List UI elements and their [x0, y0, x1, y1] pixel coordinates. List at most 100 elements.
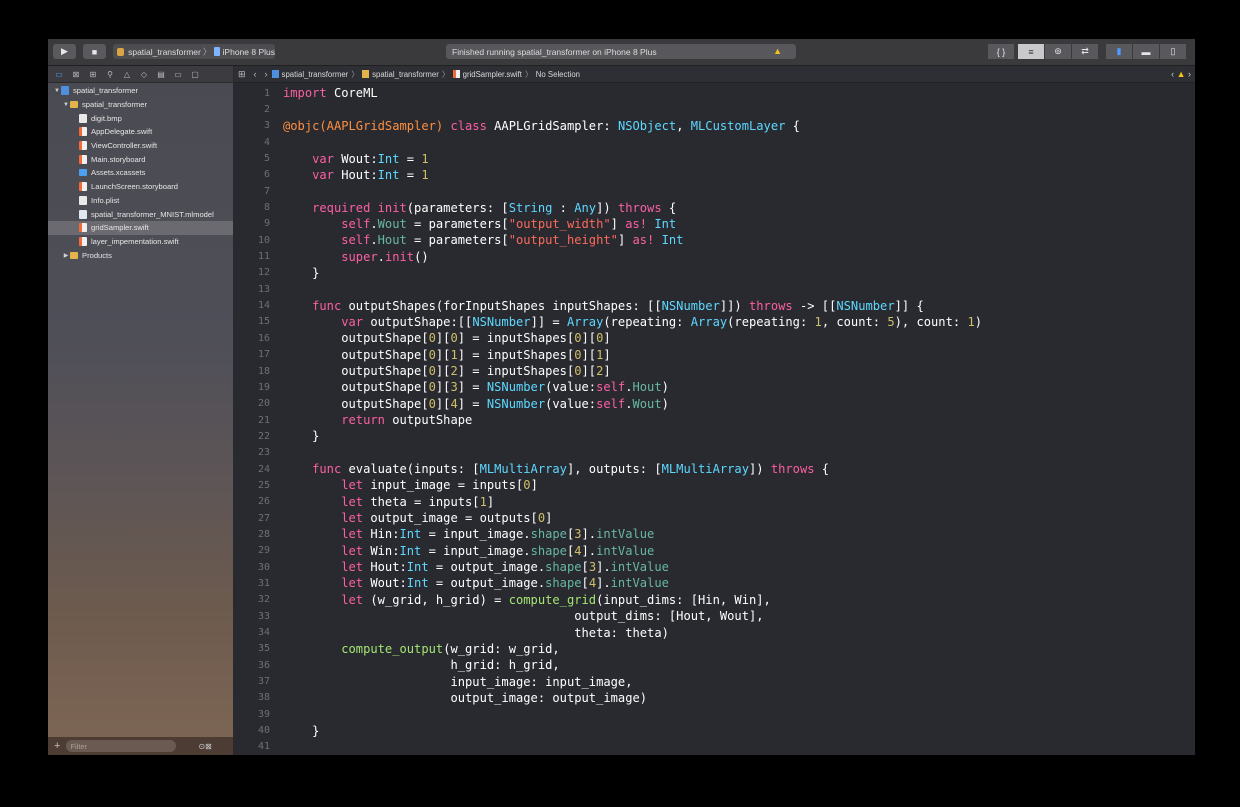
code-line[interactable]: 5 var Wout:Int = 1	[234, 150, 1195, 166]
debug-area-toggle-icon[interactable]: ▬	[1133, 44, 1159, 59]
assistant-editor-icon[interactable]: ⊚	[1045, 44, 1071, 59]
code-line[interactable]: 14 func outputShapes(forInputShapes inpu…	[234, 297, 1195, 313]
inspector-toggle-icon[interactable]: ▯	[1160, 44, 1186, 59]
code-line[interactable]: 16 outputShape[0][0] = inputShapes[0][0]	[234, 330, 1195, 346]
code-line[interactable]: 32 let (w_grid, h_grid) = compute_grid(i…	[234, 592, 1195, 608]
navigator-toggle-icon[interactable]: ▮	[1106, 44, 1132, 59]
breakpoint-icon[interactable]: ▭	[172, 70, 184, 79]
code-token: super	[341, 249, 378, 264]
report-icon[interactable]: ▢	[189, 70, 201, 79]
disclosure-closed-icon[interactable]: ▶	[62, 252, 70, 259]
disclosure-open-icon[interactable]: ▼	[53, 88, 61, 94]
version-editor-icon[interactable]: ⇄	[1072, 44, 1098, 59]
source-control-icon[interactable]: ⊠	[70, 70, 82, 79]
code-token: ][	[435, 396, 451, 411]
filter-options-icon[interactable]: ⊙⊠	[198, 742, 211, 751]
code-line[interactable]: 26 let theta = inputs[1]	[234, 494, 1195, 510]
play-icon[interactable]: ▶	[53, 44, 76, 59]
code-line[interactable]: 20 outputShape[0][4] = NSNumber(value:se…	[234, 396, 1195, 412]
filter-input[interactable]: Filter	[66, 740, 177, 752]
standard-editor-icon[interactable]: ≡	[1018, 44, 1044, 59]
code-review-icon[interactable]: { }	[988, 44, 1014, 59]
code-line[interactable]: 10 self.Hout = parameters["output_height…	[234, 232, 1195, 248]
code-line[interactable]: 23	[234, 445, 1195, 461]
code-line[interactable]: 13	[234, 281, 1195, 297]
test-icon[interactable]: ◇	[138, 70, 150, 79]
line-number: 13	[257, 283, 270, 295]
warning-icon[interactable]: ▲	[773, 46, 782, 56]
code-text: input_image: input_image,	[283, 675, 632, 689]
code-token: ()	[414, 249, 429, 264]
file-tree-item[interactable]: LaunchScreen.storyboard	[48, 180, 233, 194]
file-tree-item[interactable]: gridSampler.swift	[48, 220, 233, 235]
file-tree-item[interactable]: ViewController.swift	[48, 139, 233, 153]
symbol-icon[interactable]: ⊞	[87, 70, 99, 79]
code-line[interactable]: 31 let Wout:Int = output_image.shape[4].…	[234, 575, 1195, 591]
warning-icon[interactable]: △	[121, 70, 133, 79]
file-tree-item[interactable]: spatial_transformer_MNIST.mlmodel	[48, 207, 233, 221]
code-line[interactable]: 41	[234, 739, 1195, 755]
code-line[interactable]: 1 import CoreML	[234, 85, 1195, 101]
code-line[interactable]: 15 var outputShape:[[NSNumber]] = Array(…	[234, 314, 1195, 330]
code-token: Hin:	[363, 527, 400, 542]
file-tree-item[interactable]: Info.plist	[48, 194, 233, 208]
code-line[interactable]: 24 func evaluate(inputs: [MLMultiArray],…	[234, 461, 1195, 477]
code-token: intValue	[610, 560, 669, 575]
code-line[interactable]: 2	[234, 101, 1195, 117]
code-line[interactable]: 39	[234, 706, 1195, 722]
code-line[interactable]: 3 @objc(AAPLGridSampler) class AAPLGridSa…	[234, 118, 1195, 134]
file-tree-item[interactable]: ▶ Products	[48, 248, 233, 262]
code-area[interactable]: 1 import CoreML 2 3 @objc(AAPLGridSampler) c…	[234, 85, 1195, 755]
code-line[interactable]: 38 output_image: output_image)	[234, 690, 1195, 706]
code-line[interactable]: 11 super.init()	[234, 248, 1195, 264]
code-token: Int	[399, 527, 422, 542]
forward-icon[interactable]: ›	[265, 69, 268, 79]
code-line[interactable]: 35 compute_output(w_grid: w_grid,	[234, 641, 1195, 657]
file-tree-item[interactable]: ▼ spatial_transformer	[48, 98, 233, 112]
code-line[interactable]: 21 return outputShape	[234, 412, 1195, 428]
code-line[interactable]: 30 let Hout:Int = output_image.shape[3].…	[234, 559, 1195, 575]
breadcrumb-group[interactable]: spatial_transformer	[372, 70, 439, 79]
related-items-icon[interactable]: ⊞	[238, 69, 246, 80]
line-number: 27	[257, 512, 270, 524]
code-line[interactable]: 28 let Hin:Int = input_image.shape[3].in…	[234, 526, 1195, 542]
code-line[interactable]: 19 outputShape[0][3] = NSNumber(value:se…	[234, 379, 1195, 395]
code-line[interactable]: 12 }	[234, 265, 1195, 281]
code-line[interactable]: 40 }	[234, 722, 1195, 738]
scheme-selector[interactable]: spatial_transformer 〉 iPhone 8 Plus	[113, 44, 275, 59]
code-line[interactable]: 34 theta: theta)	[234, 624, 1195, 640]
code-line[interactable]: 36 h_grid: h_grid,	[234, 657, 1195, 673]
code-line[interactable]: 37 input_image: input_image,	[234, 673, 1195, 689]
code-token: outputShape[	[283, 347, 429, 362]
search-icon[interactable]: ⚲	[104, 70, 116, 79]
disclosure-open-icon[interactable]: ▼	[62, 102, 70, 108]
file-tree-item[interactable]: layer_impementation.swift	[48, 235, 233, 249]
code-line[interactable]: 33 output_dims: [Hout, Wout],	[234, 608, 1195, 624]
breadcrumb-project[interactable]: spatial_transformer	[282, 70, 349, 79]
breadcrumb-file[interactable]: gridSampler.swift	[463, 70, 522, 79]
add-icon[interactable]: +	[54, 740, 60, 752]
back-icon[interactable]: ‹	[254, 69, 257, 79]
code-line[interactable]: 17 outputShape[0][1] = inputShapes[0][1]	[234, 347, 1195, 363]
file-tree-item[interactable]: ▼ spatial_transformer	[48, 84, 233, 98]
stop-icon[interactable]: ■	[83, 44, 106, 59]
code-line[interactable]: 29 let Win:Int = input_image.shape[4].in…	[234, 543, 1195, 559]
file-tree-item[interactable]: AppDelegate.swift	[48, 125, 233, 139]
issue-navigation[interactable]: ‹ ▲ ›	[1171, 69, 1191, 79]
breadcrumb-selection[interactable]: No Selection	[536, 70, 580, 79]
code-line[interactable]: 25 let input_image = inputs[0]	[234, 477, 1195, 493]
folder-icon[interactable]: ▭	[53, 70, 65, 79]
debug-icon[interactable]: ▤	[155, 70, 167, 79]
code-line[interactable]: 27 let output_image = outputs[0]	[234, 510, 1195, 526]
code-line[interactable]: 22 }	[234, 428, 1195, 444]
code-line[interactable]: 6 var Hout:Int = 1	[234, 167, 1195, 183]
file-tree-item[interactable]: Main.storyboard	[48, 152, 233, 166]
code-line[interactable]: 18 outputShape[0][2] = inputShapes[0][2]	[234, 363, 1195, 379]
code-line[interactable]: 9 self.Wout = parameters["output_width"]…	[234, 216, 1195, 232]
code-line[interactable]: 8 required init(parameters: [String : An…	[234, 199, 1195, 215]
code-line[interactable]: 4	[234, 134, 1195, 150]
file-tree-item-label: digit.bmp	[91, 113, 122, 123]
code-line[interactable]: 7	[234, 183, 1195, 199]
file-tree-item[interactable]: Assets.xcassets	[48, 166, 233, 180]
file-tree-item[interactable]: digit.bmp	[48, 111, 233, 125]
